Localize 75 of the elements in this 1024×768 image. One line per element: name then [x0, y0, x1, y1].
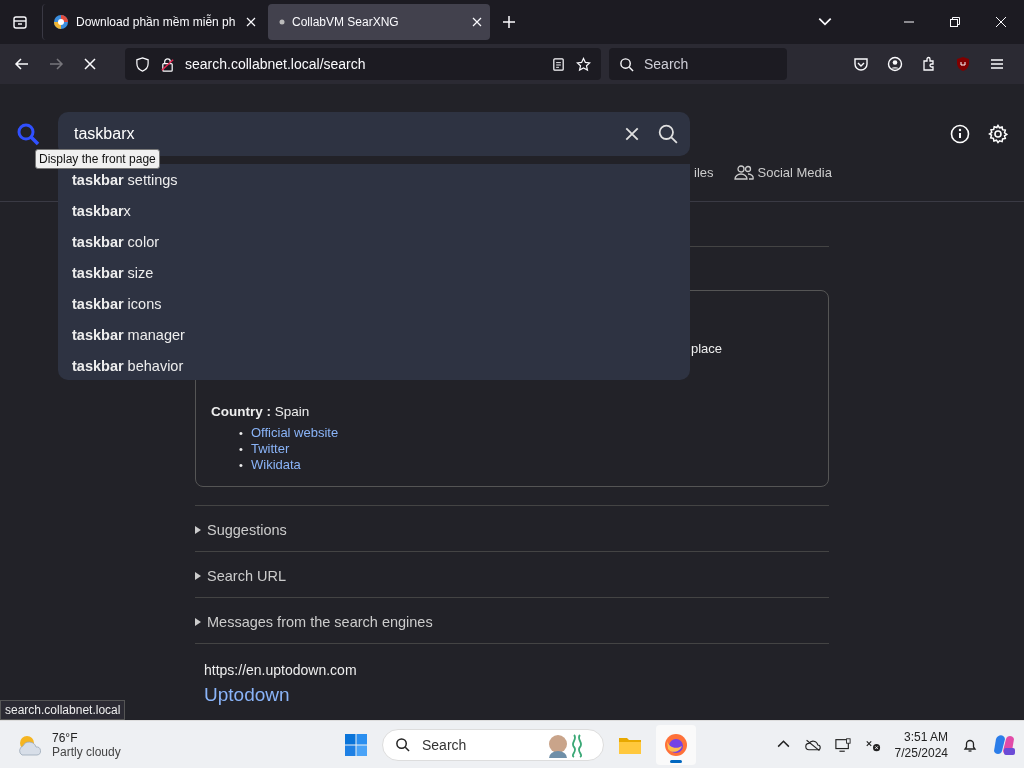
lock-warning-icon[interactable]: [160, 56, 175, 72]
search-logo-icon[interactable]: [16, 122, 40, 146]
collapsible-section[interactable]: Messages from the search engines: [195, 597, 829, 643]
search-input[interactable]: Search: [642, 55, 766, 73]
infobox-link[interactable]: Wikidata: [251, 457, 301, 472]
suggestion-item[interactable]: taskbarx: [58, 199, 690, 230]
shield-extension-icon[interactable]: [955, 56, 971, 72]
collapsible-section[interactable]: Suggestions: [195, 505, 829, 551]
close-icon[interactable]: [472, 17, 482, 27]
infobox-link[interactable]: Twitter: [251, 441, 290, 456]
disclosure-icon: [195, 618, 201, 626]
clock-time[interactable]: 3:51 AM: [903, 728, 948, 745]
infobox-text: place: [691, 341, 724, 358]
new-tab-icon[interactable]: [502, 15, 516, 29]
site-icon: [279, 19, 285, 25]
suggestion-item[interactable]: taskbar manager: [58, 323, 690, 354]
copilot-icon[interactable]: [992, 732, 1016, 757]
clock-date[interactable]: 7/25/2024: [894, 744, 948, 761]
tooltip: Display the front page: [35, 149, 160, 169]
info-icon[interactable]: [950, 124, 970, 144]
bookmark-star-icon[interactable]: [576, 56, 591, 72]
pocket-icon[interactable]: [853, 56, 869, 72]
bullet-mark: •: [239, 442, 244, 457]
suggestion-item[interactable]: taskbar size: [58, 261, 690, 292]
infobox-link[interactable]: Official website: [251, 425, 339, 440]
close-icon[interactable]: [995, 16, 1007, 28]
category-label: Social Media: [757, 164, 832, 180]
result-title[interactable]: Uptodown: [204, 684, 290, 706]
tab-title: CollabVM SearXNG: [292, 15, 400, 29]
search-icon: [619, 56, 634, 72]
search-icon[interactable]: [658, 124, 678, 144]
disclosure-icon: [195, 526, 201, 534]
temperature-text: 76°F: [52, 730, 79, 745]
country-attribute: Country : Spain: [211, 404, 311, 419]
browser-tab[interactable]: Download phần mềm miễn ph: [42, 4, 264, 40]
reader-view-icon[interactable]: [551, 56, 566, 72]
disclosure-icon: [195, 572, 201, 580]
search-input[interactable]: Search: [420, 735, 534, 754]
category-tab[interactable]: Social Media: [733, 160, 832, 184]
tab-title: Download phần mềm miễn ph: [76, 15, 237, 29]
shield-icon[interactable]: [135, 56, 150, 72]
start-icon[interactable]: [344, 732, 368, 757]
search-icon: [395, 737, 410, 752]
puzzle-icon[interactable]: [921, 56, 937, 72]
result-url: https://en.uptodown.com: [204, 662, 358, 678]
account-icon[interactable]: [887, 56, 903, 72]
tab-list-icon[interactable]: [12, 14, 28, 30]
firefox-icon[interactable]: [664, 732, 688, 757]
suggestion-item[interactable]: taskbar settings: [58, 168, 690, 199]
close-icon[interactable]: [246, 17, 256, 27]
weather-text: Partly cloudy: [52, 744, 121, 759]
status-url: search.collabnet.local: [0, 700, 126, 720]
people-icon: [733, 164, 754, 180]
clear-icon[interactable]: [624, 126, 640, 142]
monitor-icon[interactable]: [834, 736, 851, 753]
url-text: search.collabnet.local/search: [185, 56, 366, 72]
address-bar[interactable]: search.collabnet.local/search: [125, 48, 601, 80]
settings-icon[interactable]: [988, 124, 1008, 144]
menu-icon[interactable]: [989, 56, 1005, 72]
query-input[interactable]: taskbarx: [72, 124, 606, 144]
forward-icon[interactable]: [48, 56, 64, 72]
browser-search-field[interactable]: Search: [609, 48, 787, 80]
browser-tab[interactable]: CollabVM SearXNG: [268, 4, 490, 40]
bullet-mark: •: [239, 426, 244, 441]
site-icon: [53, 14, 69, 30]
bullet-mark: •: [239, 458, 244, 473]
running-indicator: [670, 759, 682, 763]
suggestion-item[interactable]: taskbar color: [58, 230, 690, 261]
restore-icon[interactable]: [949, 16, 961, 28]
stop-icon[interactable]: [82, 56, 98, 72]
taskbar-search-field[interactable]: Search: [382, 728, 604, 761]
collapsible-section[interactable]: Search URL: [195, 551, 829, 597]
back-icon[interactable]: [14, 56, 30, 72]
suggestion-item[interactable]: taskbar behavior: [58, 354, 690, 385]
suggestion-item[interactable]: taskbar icons: [58, 292, 690, 323]
